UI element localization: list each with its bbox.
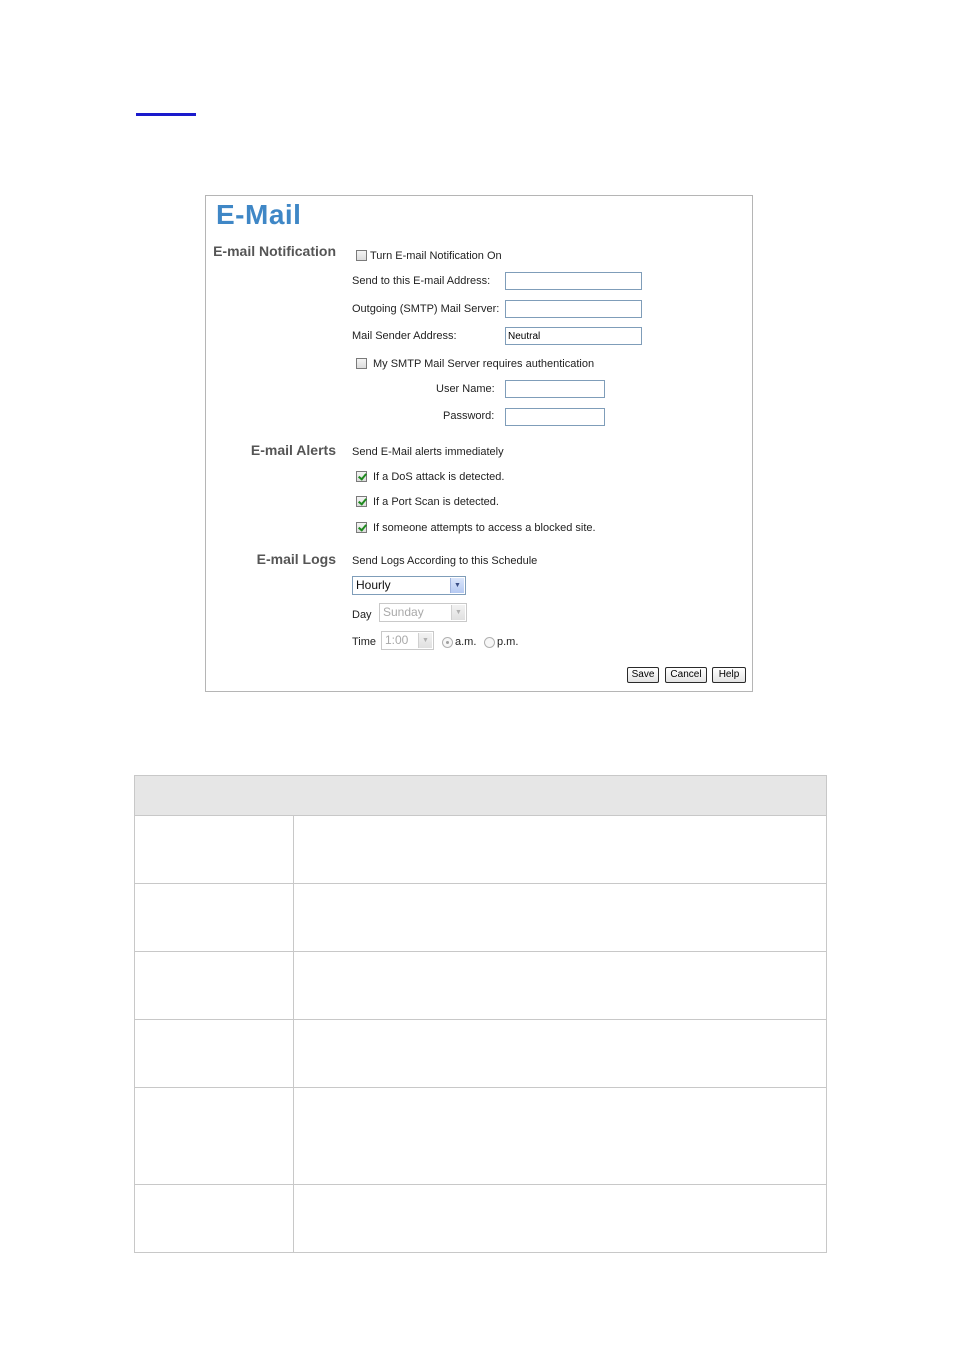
table-cell-description (293, 884, 826, 951)
time-select-value: 1:00 (385, 633, 409, 647)
am-label: a.m. (455, 636, 477, 648)
table-row (135, 1088, 826, 1185)
smtp-server-input[interactable] (505, 300, 642, 318)
dos-attack-checkbox[interactable] (356, 471, 367, 482)
top-link-underline[interactable] (136, 113, 196, 116)
day-label: Day (352, 609, 372, 621)
schedule-select-value: Hourly (356, 578, 391, 592)
smtp-auth-label: My SMTP Mail Server requires authenticat… (373, 358, 595, 370)
turn-on-notification-checkbox[interactable] (356, 250, 367, 261)
description-table-header (135, 776, 826, 816)
day-select[interactable]: Sunday ▼ (379, 603, 467, 622)
blocked-site-checkbox[interactable] (356, 522, 367, 533)
email-settings-panel: E-Mail E-mail Notification Turn E-mail N… (205, 195, 753, 692)
table-row (135, 1020, 826, 1088)
username-input[interactable] (505, 380, 605, 398)
table-row (135, 884, 826, 952)
blocked-site-label: If someone attempts to access a blocked … (373, 522, 596, 534)
table-row (135, 816, 826, 884)
port-scan-label: If a Port Scan is detected. (373, 496, 499, 508)
table-cell-description (293, 1020, 826, 1087)
schedule-select[interactable]: Hourly ▼ (352, 576, 466, 595)
chevron-down-icon: ▼ (450, 578, 464, 593)
logs-section-label: E-mail Logs (256, 551, 336, 567)
smtp-auth-checkbox[interactable] (356, 358, 367, 369)
table-cell-name (135, 884, 294, 951)
port-scan-checkbox[interactable] (356, 496, 367, 507)
table-cell-description (293, 952, 826, 1019)
page-title: E-Mail (216, 199, 302, 230)
mail-sender-label: Mail Sender Address: (352, 330, 457, 342)
send-to-email-input[interactable] (505, 272, 642, 290)
cancel-button[interactable]: Cancel (665, 667, 707, 683)
table-cell-description (293, 1185, 826, 1252)
table-cell-description (293, 816, 826, 883)
day-select-value: Sunday (383, 605, 424, 619)
turn-on-notification-label: Turn E-mail Notification On (370, 250, 502, 262)
time-select[interactable]: 1:00 ▼ (381, 631, 434, 650)
dos-attack-label: If a DoS attack is detected. (373, 471, 505, 483)
table-row (135, 952, 826, 1020)
chevron-down-icon: ▼ (451, 605, 465, 620)
pm-label: p.m. (497, 636, 519, 648)
alerts-intro: Send E-Mail alerts immediately (352, 446, 504, 458)
table-cell-name (135, 1088, 294, 1184)
table-cell-name (135, 1020, 294, 1087)
password-input[interactable] (505, 408, 605, 426)
table-cell-description (293, 1088, 826, 1184)
notification-section-label: E-mail Notification (213, 243, 336, 259)
send-to-email-label: Send to this E-mail Address: (352, 275, 491, 287)
alerts-section-label: E-mail Alerts (250, 442, 336, 458)
mail-sender-input[interactable] (505, 327, 642, 345)
table-cell-name (135, 1185, 294, 1252)
time-label: Time (352, 636, 377, 648)
description-table (134, 775, 827, 1253)
smtp-server-label: Outgoing (SMTP) Mail Server: (352, 303, 500, 315)
username-label: User Name: (436, 383, 495, 395)
logs-intro: Send Logs According to this Schedule (352, 555, 538, 567)
pm-radio[interactable] (484, 637, 495, 648)
help-button[interactable]: Help (712, 667, 746, 683)
save-button[interactable]: Save (627, 667, 659, 683)
table-cell-name (135, 816, 294, 883)
table-cell-name (135, 952, 294, 1019)
password-label: Password: (443, 410, 495, 422)
chevron-down-icon: ▼ (418, 633, 432, 648)
table-row (135, 1185, 826, 1252)
am-radio[interactable] (442, 637, 453, 648)
